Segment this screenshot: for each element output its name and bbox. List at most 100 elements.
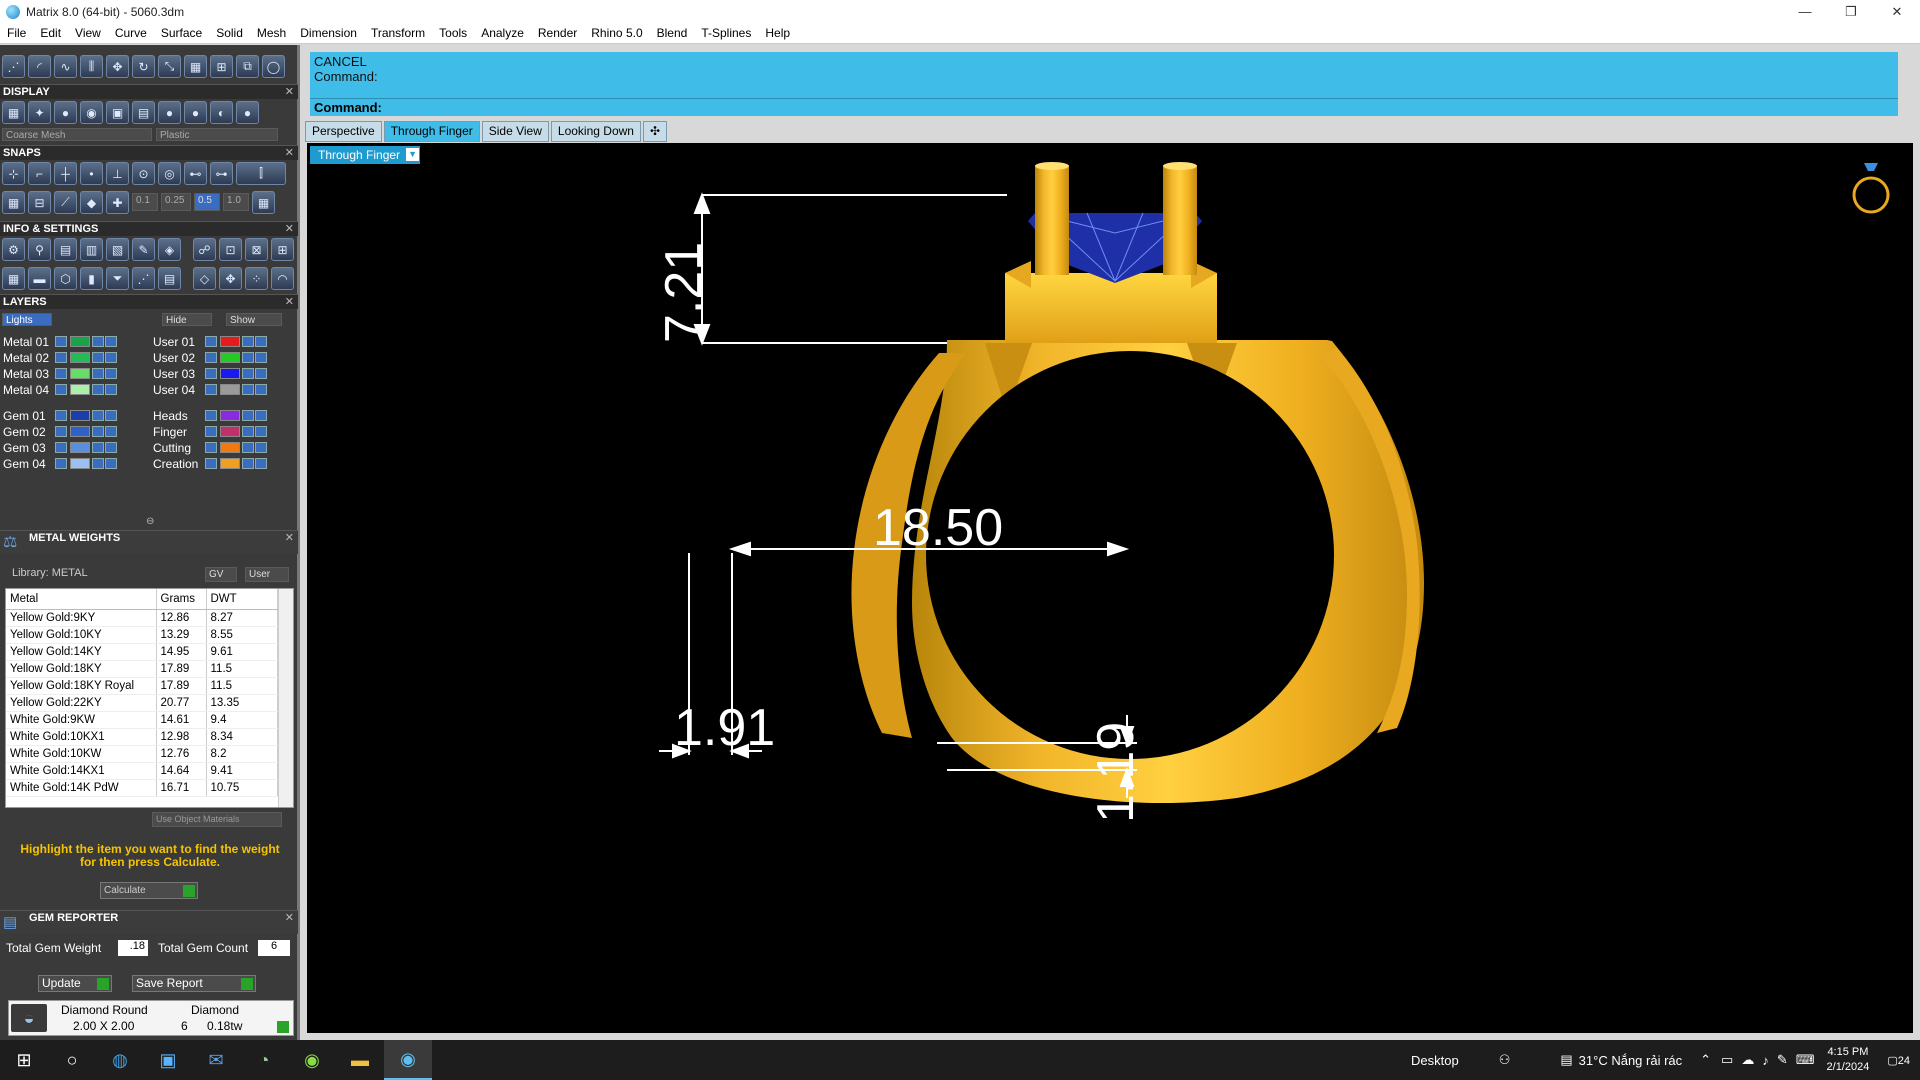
filter-icon[interactable]: ⏷ (106, 267, 129, 290)
edge-icon[interactable]: ◍ (96, 1040, 144, 1080)
menu-mesh[interactable]: Mesh (250, 26, 293, 40)
layer-color-swatch[interactable] (220, 336, 240, 347)
volume-icon[interactable]: ♪ (1762, 1053, 1769, 1068)
lock-icon[interactable] (242, 336, 254, 347)
arc-tool-icon[interactable]: ◜ (28, 55, 51, 78)
clock[interactable]: 4:15 PM 2/1/2024 (1827, 1045, 1870, 1075)
visibility-icon[interactable] (105, 352, 117, 363)
lock-icon[interactable] (242, 458, 254, 469)
visibility-icon[interactable] (105, 442, 117, 453)
table-row[interactable]: Yellow Gold:22KY 20.77 13.35 (6, 694, 278, 712)
column-metal[interactable]: Metal (6, 589, 157, 610)
visibility-icon[interactable] (255, 384, 267, 395)
weather-text[interactable]: 31°C Nắng rải rác (1579, 1053, 1682, 1068)
visibility-icon[interactable] (105, 368, 117, 379)
snap-value-3[interactable]: 0.5 (194, 193, 220, 211)
layer-row[interactable]: Creation (153, 456, 268, 471)
snap-value-1[interactable]: 0.1 (132, 193, 158, 211)
shank-icon[interactable]: ◠ (271, 267, 294, 290)
menu-surface[interactable]: Surface (154, 26, 209, 40)
table-row[interactable]: White Gold:14KX1 14.64 9.41 (6, 762, 278, 780)
tab-looking-down[interactable]: Looking Down (550, 121, 641, 142)
grid-snap-icon[interactable]: ⊹ (2, 162, 25, 185)
record-icon[interactable]: ✚ (106, 191, 129, 214)
environment-icon[interactable]: ▣ (106, 101, 129, 124)
measure-icon[interactable]: ☍ (193, 238, 216, 261)
minimize-button[interactable]: — (1782, 0, 1828, 23)
layer-row[interactable]: Metal 03 (3, 366, 118, 381)
menu-edit[interactable]: Edit (33, 26, 68, 40)
layer-color-swatch[interactable] (220, 352, 240, 363)
quad-snap-icon[interactable]: ◎ (158, 162, 181, 185)
close-button[interactable]: ✕ (1874, 0, 1920, 23)
prong-icon[interactable]: ✥ (219, 267, 242, 290)
table-row[interactable]: Yellow Gold:18KY Royal 17.89 11.5 (6, 677, 278, 695)
visibility-icon[interactable] (255, 426, 267, 437)
weather-icon[interactable]: ▤ (1560, 1052, 1572, 1068)
mirror-tool-icon[interactable]: ⫼ (80, 55, 103, 78)
gem-tool-icon[interactable]: ◇ (193, 267, 216, 290)
layer-row[interactable]: Finger (153, 424, 268, 439)
use-object-materials[interactable]: Use Object Materials (152, 812, 282, 827)
lock-icon[interactable] (92, 410, 104, 421)
expand-icon[interactable]: ⊖ (146, 516, 154, 527)
lock-icon[interactable] (242, 352, 254, 363)
menu-tools[interactable]: Tools (432, 26, 474, 40)
table-row[interactable]: Yellow Gold:18KY 17.89 11.5 (6, 660, 278, 678)
menu-dimension[interactable]: Dimension (293, 26, 364, 40)
report-icon[interactable]: ▬ (28, 267, 51, 290)
dimension-icon[interactable]: ⊡ (219, 238, 242, 261)
visibility-icon[interactable] (105, 410, 117, 421)
table-row[interactable]: Yellow Gold:9KY 12.86 8.27 (6, 609, 278, 627)
layer-color-swatch[interactable] (220, 410, 240, 421)
edit-icon[interactable]: ✎ (132, 238, 155, 261)
table-row[interactable]: White Gold:10KW 12.76 8.2 (6, 745, 278, 763)
visibility-icon[interactable] (105, 426, 117, 437)
layer-color-swatch[interactable] (220, 426, 240, 437)
visibility-icon[interactable] (255, 458, 267, 469)
save-report-button[interactable]: Save Report (132, 975, 256, 992)
close-icon[interactable]: ✕ (285, 146, 294, 161)
cube-icon[interactable]: ◈ (158, 238, 181, 261)
mid-snap-icon[interactable]: ┼ (54, 162, 77, 185)
grid-settings-icon[interactable]: ▦ (252, 191, 275, 214)
show-button[interactable]: Show (226, 313, 282, 326)
gem-report-row[interactable]: ◒ Diamond Round 2.00 X 2.00 Diamond 6 0.… (8, 1000, 294, 1036)
layer-arrow-icon[interactable] (55, 336, 67, 347)
layer-arrow-icon[interactable] (205, 384, 217, 395)
lock-icon[interactable] (92, 384, 104, 395)
points-icon[interactable]: ⋰ (132, 267, 155, 290)
layer-row[interactable]: Metal 04 (3, 382, 118, 397)
tab-perspective[interactable]: Perspective (305, 121, 382, 142)
layer-color-swatch[interactable] (70, 458, 90, 469)
table-row[interactable]: White Gold:14K PdW 16.71 10.75 (6, 779, 278, 797)
xray-icon[interactable]: ✦ (28, 101, 51, 124)
lock-icon[interactable] (92, 458, 104, 469)
user-toggle[interactable]: User (245, 567, 289, 582)
align-tool-icon[interactable]: ⊞ (210, 55, 233, 78)
menu-curve[interactable]: Curve (108, 26, 154, 40)
gem-go-icon[interactable] (277, 1021, 289, 1033)
matrix-app-icon[interactable]: ◉ (384, 1040, 432, 1080)
layer-arrow-icon[interactable] (55, 458, 67, 469)
properties-icon[interactable]: ▥ (80, 238, 103, 261)
object-icon[interactable]: ⬡ (54, 267, 77, 290)
layer-color-swatch[interactable] (70, 368, 90, 379)
layer-arrow-icon[interactable] (55, 426, 67, 437)
keyboard-icon[interactable]: ⌨ (1796, 1052, 1815, 1068)
group-tool-icon[interactable]: ⧉ (236, 55, 259, 78)
viewport[interactable]: Through Finger ▼ 7.21 18.50 1.91 1.19 (307, 143, 1913, 1033)
lock-icon[interactable] (242, 442, 254, 453)
layer-arrow-icon[interactable] (205, 458, 217, 469)
menu-analyze[interactable]: Analyze (474, 26, 531, 40)
layer-row[interactable]: Gem 04 (3, 456, 118, 471)
layer-arrow-icon[interactable] (55, 384, 67, 395)
list-icon[interactable]: ▤ (158, 267, 181, 290)
move-tool-icon[interactable]: ✥ (106, 55, 129, 78)
layer-row[interactable]: Heads (153, 408, 268, 423)
visibility-icon[interactable] (255, 368, 267, 379)
menu-file[interactable]: File (0, 26, 33, 40)
lock-icon[interactable] (92, 336, 104, 347)
layer-color-swatch[interactable] (70, 442, 90, 453)
table-row[interactable]: Yellow Gold:14KY 14.95 9.61 (6, 643, 278, 661)
